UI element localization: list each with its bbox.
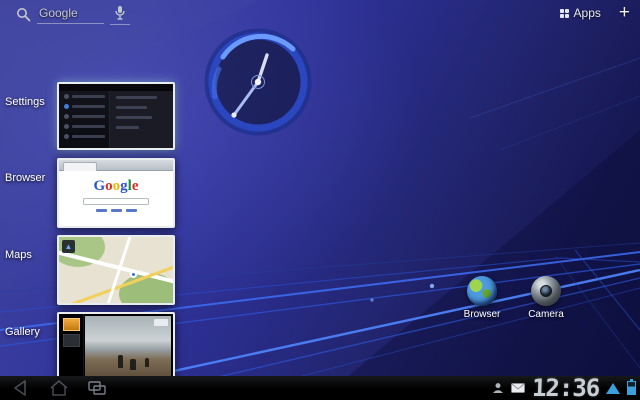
browser-thumbnail[interactable]: Google <box>57 158 175 228</box>
status-clock: 12:36 <box>531 376 599 400</box>
gallery-preview <box>59 314 173 382</box>
recent-label: Browser <box>5 172 55 184</box>
camera-icon <box>531 276 561 306</box>
add-widget-button[interactable]: + <box>617 4 632 22</box>
voice-search-button[interactable] <box>110 4 130 25</box>
contact-notification-icon <box>492 382 504 394</box>
topbar-actions: Apps + <box>560 4 632 22</box>
home-icon <box>48 379 70 397</box>
mic-icon <box>114 5 126 21</box>
back-button[interactable] <box>10 379 32 397</box>
gallery-icon <box>63 318 80 331</box>
google-logo: Google <box>59 178 173 195</box>
signal-icon <box>606 383 620 394</box>
settings-preview <box>59 84 173 148</box>
shortcut-label: Browser <box>452 309 512 320</box>
battery-icon <box>627 381 636 395</box>
search-widget[interactable]: Google <box>16 3 130 25</box>
status-area[interactable]: 12:36 <box>492 376 636 400</box>
back-icon <box>10 379 32 397</box>
navigation-buttons <box>0 379 108 397</box>
analog-clock-icon <box>203 27 313 137</box>
search-label: Google <box>37 4 104 24</box>
location-dot-icon <box>130 271 137 278</box>
settings-thumbnail[interactable] <box>57 82 175 150</box>
camera-lens-icon <box>540 285 552 297</box>
maps-thumbnail[interactable]: ▲ <box>57 235 175 305</box>
shortcut-camera[interactable]: Camera <box>516 276 576 320</box>
clock-widget[interactable] <box>203 27 313 137</box>
top-bar: Google Apps + <box>0 0 640 28</box>
globe-icon <box>467 276 497 306</box>
recent-label: Settings <box>5 96 55 108</box>
recent-label: Maps <box>5 249 55 261</box>
home-screen: Google Apps + Settin <box>0 0 640 400</box>
shortcut-label: Camera <box>516 309 576 320</box>
recents-button[interactable] <box>86 379 108 397</box>
apps-label: Apps <box>574 6 601 20</box>
shortcut-browser[interactable]: Browser <box>452 276 512 320</box>
maps-preview: ▲ <box>59 237 173 303</box>
recent-label: Gallery <box>5 326 55 338</box>
apps-button[interactable]: Apps <box>560 6 601 20</box>
browser-preview: Google <box>59 160 173 226</box>
compass-icon: ▲ <box>62 240 75 253</box>
apps-grid-icon <box>560 9 569 18</box>
search-icon <box>16 7 31 22</box>
recent-apps-panel: Settings Browser <box>0 72 190 400</box>
gallery-thumbnail[interactable] <box>57 312 175 384</box>
system-bar: 12:36 <box>0 376 640 400</box>
home-button[interactable] <box>48 379 70 397</box>
email-notification-icon <box>511 383 525 393</box>
recents-icon <box>86 379 108 397</box>
